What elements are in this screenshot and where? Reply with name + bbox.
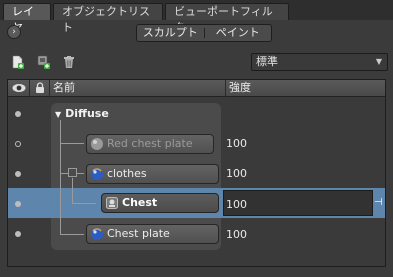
layer-name: clothes	[107, 167, 147, 180]
trash-icon[interactable]	[62, 55, 76, 69]
tree-line	[60, 143, 84, 144]
layers-table: 名前 強度 ⊣ ▼ Diffuse Red chest plate 100 clo…	[7, 79, 386, 267]
layer-strength[interactable]: 100	[226, 137, 247, 150]
layer-name: Chest	[122, 196, 158, 209]
layer-strength[interactable]: 100	[226, 228, 247, 241]
layer-strength[interactable]: 100	[226, 198, 247, 211]
lock-column-header[interactable]	[30, 80, 50, 97]
layer-row-clothes[interactable]: clothes	[86, 164, 219, 184]
layer-name: Chest plate	[107, 227, 170, 240]
sculpt-mode-button[interactable]: スカルプト	[137, 25, 204, 41]
layer-row-chest[interactable]: Chest	[101, 193, 219, 213]
visibility-toggle[interactable]	[15, 201, 21, 207]
tab-object-list[interactable]: オブジェクトリスト	[53, 3, 163, 34]
new-layer-icon[interactable]	[11, 55, 25, 69]
visibility-toggle[interactable]	[15, 141, 21, 147]
table-header: 名前 強度	[8, 80, 385, 97]
lock-icon	[36, 82, 44, 93]
visibility-toggle[interactable]	[15, 231, 21, 237]
sphere-icon	[91, 168, 103, 180]
visibility-column-header[interactable]	[8, 80, 30, 97]
paint-mode-button[interactable]: ペイント	[205, 25, 272, 41]
group-row[interactable]: ▼ Diffuse	[55, 107, 109, 120]
tree-line	[60, 234, 84, 235]
sphere-icon	[91, 138, 103, 150]
layer-name: Red chest plate	[107, 137, 193, 150]
chevron-right-icon[interactable]: ›	[7, 25, 21, 39]
add-layer-icon[interactable]	[37, 55, 51, 69]
tree-line	[60, 120, 61, 235]
mask-icon	[106, 197, 118, 209]
slider-handle-icon[interactable]: ⊣	[374, 197, 384, 209]
sphere-icon	[91, 228, 103, 240]
layer-row-chest-plate[interactable]: Chest plate	[86, 224, 219, 244]
blend-mode-value: 標準	[256, 55, 278, 68]
tree-line	[72, 178, 73, 204]
name-column-header[interactable]: 名前	[50, 80, 226, 97]
collapse-box-icon[interactable]	[68, 168, 77, 177]
tree-line	[72, 203, 96, 204]
group-name: Diffuse	[65, 107, 109, 120]
tab-bar: レイヤ オブジェクトリスト ビューポートフィルタ	[0, 0, 393, 34]
strength-column-header[interactable]: 強度	[226, 80, 385, 97]
blend-mode-select[interactable]: 標準 ▼	[251, 53, 388, 71]
chevron-down-icon: ▼	[375, 57, 383, 66]
mode-switch: スカルプト ペイント	[136, 24, 272, 42]
tab-layers[interactable]: レイヤ	[3, 3, 51, 34]
group-visibility-toggle[interactable]	[15, 111, 21, 117]
layer-row-red-chest-plate[interactable]: Red chest plate	[86, 134, 214, 154]
layer-strength[interactable]: 100	[226, 167, 247, 180]
visibility-toggle[interactable]	[15, 171, 21, 177]
tab-viewport-filter[interactable]: ビューポートフィルタ	[165, 3, 289, 34]
eye-icon	[12, 84, 26, 92]
expand-triangle-icon[interactable]: ▼	[55, 110, 61, 119]
